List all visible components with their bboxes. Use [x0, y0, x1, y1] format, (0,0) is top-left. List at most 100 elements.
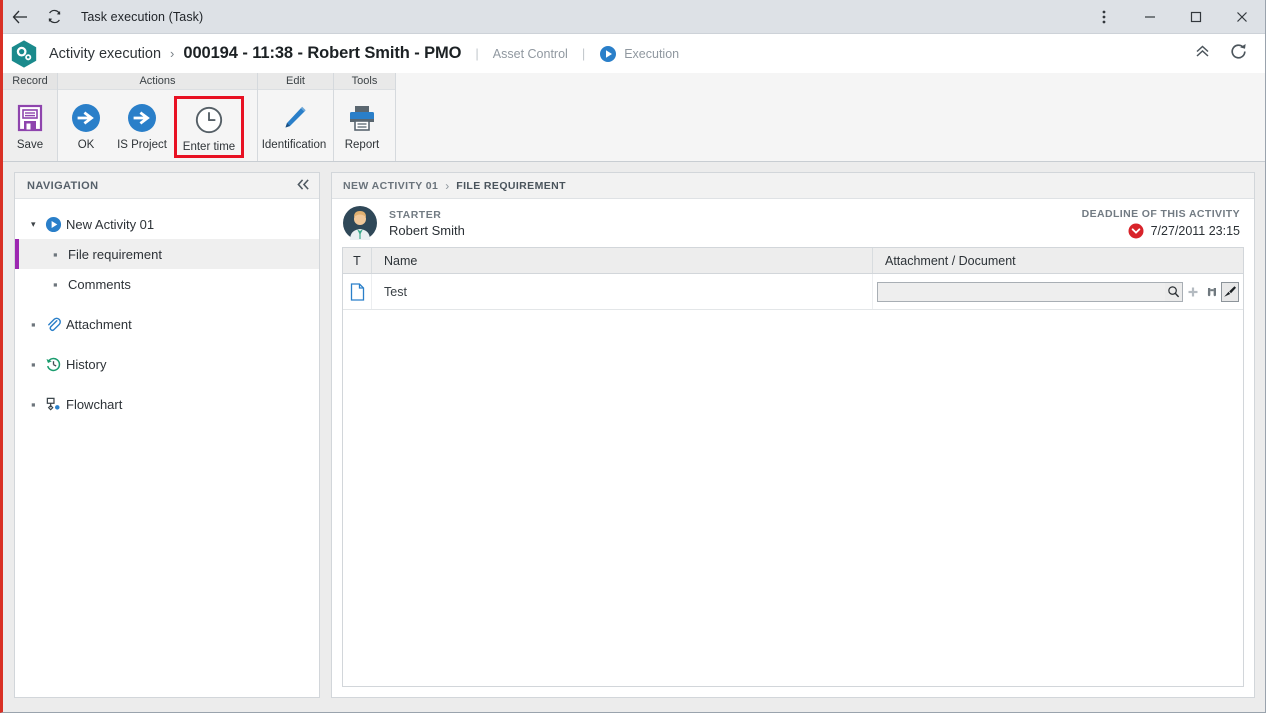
bullet-icon: ▪ — [31, 356, 36, 372]
header-actions — [1193, 41, 1255, 67]
bullet-icon: ▪ — [31, 316, 36, 332]
grid-empty-area — [343, 310, 1243, 686]
is-project-button[interactable]: IS Project — [114, 96, 170, 152]
refresh-icon[interactable] — [37, 0, 71, 34]
ribbon-group-tools: Tools Report — [334, 73, 396, 161]
is-project-button-label: IS Project — [117, 139, 167, 151]
deadline-date: 7/27/2011 23:15 — [1150, 223, 1240, 238]
report-button-label: Report — [344, 139, 380, 151]
binoculars-icon[interactable] — [1202, 282, 1221, 302]
enter-time-button[interactable]: Enter time — [174, 96, 244, 158]
app-hexagon-logo — [11, 39, 37, 68]
sidebar-item-label: Flowchart — [66, 396, 123, 412]
navigation-header: NAVIGATION — [15, 173, 319, 199]
title-bar: Task execution (Task) — [3, 0, 1265, 34]
ribbon-group-title: Actions — [58, 73, 257, 90]
column-header-type[interactable]: T — [343, 248, 372, 273]
cell-attachment — [873, 274, 1243, 309]
bullet-icon: ▪ — [53, 276, 58, 292]
sidebar-item-comments[interactable]: ▪ Comments — [15, 269, 319, 299]
ribbon-group-actions: Actions OK IS Project Enter time — [58, 73, 258, 161]
magnifier-icon[interactable] — [1165, 281, 1183, 302]
navigation-tree: ▾ New Activity 01 ▪ File requirement ▪ C… — [15, 199, 319, 697]
arrow-circle-right-icon — [126, 98, 158, 138]
sidebar-item-flowchart[interactable]: ▪ Flowchart — [15, 389, 319, 419]
play-circle-icon — [45, 216, 66, 233]
minimize-button[interactable] — [1127, 0, 1173, 34]
more-options-button[interactable] — [1081, 0, 1127, 34]
application-window: Task execution (Task) Activity execution… — [0, 0, 1266, 713]
flowchart-icon — [45, 396, 66, 413]
sidebar-item-attachment[interactable]: ▪ Attachment — [15, 309, 319, 339]
ok-button-label: OK — [77, 139, 95, 151]
ribbon-group-edit: Edit Identification — [258, 73, 334, 161]
sidebar-item-file-requirement[interactable]: ▪ File requirement — [15, 239, 319, 269]
attachment-lookup — [877, 281, 1239, 302]
navigation-title: NAVIGATION — [27, 179, 99, 192]
attachment-input[interactable] — [877, 281, 1165, 302]
header-divider-2: | — [581, 46, 586, 61]
document-icon — [350, 282, 364, 301]
header-divider-1: | — [475, 46, 479, 61]
header-context: Asset Control — [492, 46, 568, 61]
page-title: 000194 - 11:38 - Robert Smith - PMO — [183, 44, 462, 62]
deadline-info: DEADLINE OF THIS ACTIVITY 7/27/2011 23:1… — [1082, 208, 1240, 239]
breadcrumb-separator-icon: › — [445, 178, 450, 193]
back-icon[interactable] — [3, 0, 37, 34]
navigation-panel: NAVIGATION ▾ New Activity 01 ▪ File requ… — [14, 172, 320, 698]
sidebar-item-label: Comments — [68, 276, 131, 292]
save-floppy-icon — [14, 98, 46, 138]
chevron-double-up-icon[interactable] — [1193, 42, 1212, 66]
chevron-down-icon[interactable]: ▾ — [31, 219, 43, 230]
table-row[interactable]: Test — [343, 274, 1243, 310]
deadline-value-row: 7/27/2011 23:15 — [1082, 223, 1240, 239]
close-button[interactable] — [1219, 0, 1265, 34]
ribbon-filler — [396, 73, 1265, 161]
header-chevron-icon: › — [170, 46, 175, 61]
cell-type — [343, 274, 372, 309]
column-header-name[interactable]: Name — [372, 248, 873, 273]
ribbon-group-title: Record — [3, 73, 57, 90]
ok-button[interactable]: OK — [58, 96, 114, 152]
chevron-double-left-icon[interactable] — [296, 178, 311, 193]
starter-bar: STARTER Robert Smith DEADLINE OF THIS AC… — [332, 199, 1254, 247]
grid-header-row: T Name Attachment / Document — [343, 248, 1243, 274]
arrow-circle-right-icon — [70, 98, 102, 138]
window-title: Task execution (Task) — [81, 9, 204, 24]
red-chevron-down-circle-icon — [1128, 223, 1144, 238]
work-area: NAVIGATION ▾ New Activity 01 ▪ File requ… — [3, 162, 1265, 712]
breadcrumb-item-file-requirement[interactable]: FILE REQUIREMENT — [456, 180, 566, 192]
ribbon-toolbar: Record Save Actions OK IS Project Enter … — [3, 73, 1265, 162]
starter-label: STARTER — [389, 208, 442, 221]
maximize-button[interactable] — [1173, 0, 1219, 34]
ribbon-group-title: Edit — [258, 73, 333, 90]
header-module-name[interactable]: Activity execution — [49, 46, 161, 62]
header-state-label: Execution — [624, 46, 680, 61]
breadcrumb: NEW ACTIVITY 01 › FILE REQUIREMENT — [332, 173, 1254, 199]
enter-time-button-label: Enter time — [182, 141, 236, 153]
pencil-icon — [278, 98, 310, 138]
identification-button[interactable]: Identification — [258, 96, 330, 152]
history-clock-icon — [45, 356, 66, 373]
app-header: Activity execution › 000194 - 11:38 - Ro… — [3, 34, 1265, 73]
sidebar-item-label: History — [66, 356, 107, 372]
sidebar-item-new-activity-01[interactable]: ▾ New Activity 01 — [15, 209, 319, 239]
identification-button-label: Identification — [261, 139, 327, 151]
printer-icon — [346, 98, 378, 138]
sidebar-item-label: New Activity 01 — [66, 216, 155, 232]
window-controls — [1081, 0, 1265, 34]
starter-name: Robert Smith — [389, 222, 465, 238]
starter-info: STARTER Robert Smith — [389, 209, 465, 238]
report-button[interactable]: Report — [334, 96, 390, 152]
save-button-label: Save — [16, 139, 44, 151]
sidebar-item-history[interactable]: ▪ History — [15, 349, 319, 379]
ribbon-group-title: Tools — [334, 73, 395, 90]
save-button[interactable]: Save — [3, 96, 57, 152]
brush-clear-icon[interactable] — [1221, 281, 1239, 302]
column-header-attachment[interactable]: Attachment / Document — [873, 248, 1243, 273]
refresh-icon[interactable] — [1228, 41, 1249, 67]
breadcrumb-item-activity[interactable]: NEW ACTIVITY 01 — [343, 180, 438, 192]
